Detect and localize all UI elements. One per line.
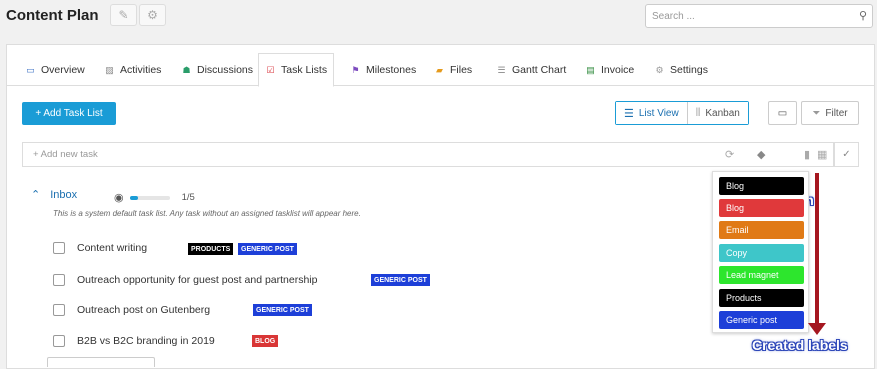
progress-text: 1/5 [181,192,195,203]
invoice-icon: ▤ [586,64,595,75]
tab-activities[interactable]: ▨ Activities [98,53,167,86]
task-tag: GENERIC POST [371,274,430,286]
overview-icon: ▭ [26,64,35,75]
annotation-arrow [815,173,819,327]
tab-invoice[interactable]: ▤ Invoice [579,53,640,86]
task-checkbox[interactable] [53,335,65,347]
task-tag: GENERIC POST [238,243,297,255]
label-option-lead-magnet[interactable]: Lead magnet [719,266,804,284]
tab-label: Discussions [197,63,254,76]
tab-gantt-chart[interactable]: ☰ Gantt Chart [490,53,572,86]
annotation-arrow-head [808,323,826,335]
task-title[interactable]: Outreach opportunity for guest post and … [77,274,317,286]
page-title: Content Plan [6,7,99,24]
more-button[interactable] [47,357,155,367]
submit-task-button[interactable]: ✓ [834,142,859,167]
tab-label: Files [450,63,473,76]
gantt-chart-icon: ☰ [497,64,506,75]
inbox-note: This is a system default task list. Any … [53,209,361,218]
task-title[interactable]: B2B vs B2C branding in 2019 [77,335,215,347]
milestones-icon: ⚑ [351,64,360,75]
calendar-icon[interactable]: ▦ [817,148,827,161]
gear-icon: ⚙ [147,8,158,22]
discussions-icon: ☗ [182,64,191,75]
settings-icon: ⚙ [655,64,664,75]
tab-bar: ▭ Overview ▨ Activities ☗ Discussions ☑ … [7,52,874,87]
pencil-icon: ✎ [118,8,129,22]
label-option-blog-red[interactable]: Blog [719,199,804,217]
new-task-input[interactable]: + Add new task [22,142,834,167]
kanban-label: Kanban [705,107,740,119]
task-row: Outreach opportunity for guest post and … [53,273,317,287]
eye-icon[interactable]: ◉ [114,191,124,204]
search-input[interactable]: Search ... ⚲ [645,4,873,28]
tab-label: Settings [670,63,708,76]
task-title[interactable]: Content writing [77,242,147,254]
label-dropdown: Blog Blog Email Copy Lead magnet Product… [712,171,809,333]
tab-label: Milestones [366,63,417,76]
tab-label: Overview [41,63,85,76]
tab-label: Task Lists [281,64,328,76]
task-checkbox[interactable] [53,274,65,286]
tab-label: Gantt Chart [512,63,567,76]
label-option-copy[interactable]: Copy [719,244,804,262]
chevron-up-icon[interactable]: ⌃ [31,188,40,201]
archive-button[interactable]: ▭ [768,101,797,125]
list-view-label: List View [638,107,679,119]
filter-icon: ⏷ [812,107,821,119]
tab-overview[interactable]: ▭ Overview [19,53,91,86]
progress-bar [129,195,170,200]
new-task-placeholder: + Add new task [33,149,98,160]
search-icon[interactable]: ⚲ [859,9,867,22]
label-option-products[interactable]: Products [719,289,804,307]
filter-button[interactable]: ⏷ Filter [801,101,859,125]
top-bar: Content Plan ✎ ⚙ Search ... ⚲ [0,0,877,38]
task-row: B2B vs B2C branding in 2019 [53,334,215,348]
add-task-list-button[interactable]: + Add Task List [22,102,116,125]
list-view-button[interactable]: ☰ List View [616,102,687,124]
tab-task-lists[interactable]: ☑ Task Lists [258,53,335,87]
check-circle-icon: ✓ [842,149,851,160]
label-option-email[interactable]: Email [719,221,804,239]
list-icon: ☰ [624,107,634,120]
tab-label: Invoice [601,63,635,76]
kanban-button[interactable]: ⫴ Kanban [686,102,748,124]
inbox-title[interactable]: Inbox [50,189,77,201]
attachment-icon[interactable]: ▮ [804,148,810,161]
tab-files[interactable]: ▰ Files [428,53,478,86]
task-checkbox[interactable] [53,304,65,316]
task-lists-icon: ☑ [266,65,275,75]
repeat-icon[interactable]: ⟳ [725,148,734,161]
inbox-header[interactable]: ⌃ Inbox [31,188,77,202]
task-row: Content writing [53,241,147,255]
tab-discussions[interactable]: ☗ Discussions [175,53,259,86]
task-checkbox[interactable] [53,242,65,254]
label-option-blog-black[interactable]: Blog [719,177,804,195]
files-icon: ▰ [436,64,443,75]
kanban-icon: ⫴ [695,106,701,119]
label-option-generic-post[interactable]: Generic post [719,311,804,329]
archive-icon: ▭ [777,107,788,119]
project-settings-button[interactable]: ⚙ [139,4,166,26]
activities-icon: ▨ [105,64,114,75]
tab-label: Activities [120,63,162,76]
annotation-created-labels: Created labels [752,337,848,353]
progress-bar-fill [129,195,138,200]
tab-milestones[interactable]: ⚑ Milestones [344,53,422,86]
task-row: Outreach post on Gutenberg [53,303,210,317]
search-placeholder: Search ... [652,10,695,22]
tag-icon[interactable]: ◆ [757,148,765,161]
filter-label: Filter [825,107,848,119]
inbox-progress: ◉ 1/5 [114,191,195,204]
task-tag: PRODUCTS [188,243,234,255]
edit-button[interactable]: ✎ [110,4,137,26]
task-tag: BLOG [252,335,279,347]
task-tag: GENERIC POST [253,304,312,316]
view-toggle: ☰ List View ⫴ Kanban [615,101,749,125]
tab-settings[interactable]: ⚙ Settings [648,53,714,86]
task-title[interactable]: Outreach post on Gutenberg [77,304,210,316]
